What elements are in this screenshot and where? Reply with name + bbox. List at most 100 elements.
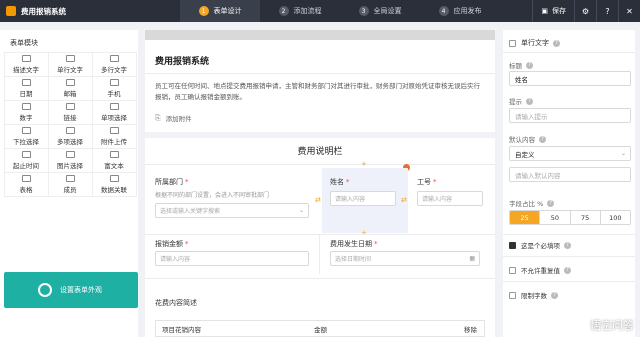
- amount-placeholder: 请输入内容: [160, 256, 191, 263]
- module-label: 数字: [19, 113, 33, 122]
- section-title[interactable]: 费用说明栏: [145, 144, 495, 157]
- width-option-25[interactable]: 25: [510, 211, 540, 224]
- date-input[interactable]: 选择日期时间 ▦: [330, 251, 480, 266]
- module-label: 图片选择: [57, 161, 83, 170]
- name-input[interactable]: 请输入内容: [330, 191, 396, 206]
- calendar-icon: ▦: [469, 255, 475, 262]
- label-text: 所属部门: [155, 178, 183, 186]
- step-add-flow[interactable]: 2 添加流程: [260, 0, 340, 22]
- default-input[interactable]: 请输入默认内容: [509, 167, 631, 182]
- job-no-input[interactable]: 请输入内容: [417, 191, 483, 206]
- required-checkbox[interactable]: 这是个必填项 ?: [509, 240, 571, 250]
- step-number: 3: [358, 6, 369, 16]
- required-mark: *: [374, 240, 378, 248]
- module-item[interactable]: 单项选择: [91, 99, 137, 125]
- field-type-label: 单行文字: [521, 39, 549, 47]
- module-grid: 描述文字 单行文字 多行文字 日期 邮箱 手机 数字 链接 单项选择 下拉选择 …: [3, 51, 137, 197]
- module-item[interactable]: 富文本: [91, 147, 137, 173]
- hint-input[interactable]: 请输入提示: [509, 108, 631, 123]
- width-selector: 25 50 75 100: [509, 210, 631, 225]
- module-label: 起止时间: [13, 161, 39, 170]
- close-icon[interactable]: ✕: [618, 0, 640, 22]
- dept-select[interactable]: 选择或输入关键字搜索 ⌄: [155, 203, 309, 218]
- module-icon: [21, 150, 31, 158]
- amount-input[interactable]: 请输入内容: [155, 251, 309, 266]
- module-item[interactable]: 下拉选择: [3, 123, 49, 149]
- module-item[interactable]: 起止时间: [3, 147, 49, 173]
- field-type-icon: [509, 39, 516, 47]
- save-button[interactable]: ▣ 保存: [532, 0, 574, 22]
- step-global-settings[interactable]: 3 全局设置: [340, 0, 420, 22]
- attachment-icon: ⎘: [155, 113, 161, 122]
- module-item[interactable]: 邮箱: [47, 75, 93, 101]
- settings-icon[interactable]: ⚙: [574, 0, 596, 22]
- help-icon[interactable]: ?: [526, 61, 533, 69]
- width-option-100[interactable]: 100: [599, 211, 630, 224]
- swap-arrows-icon[interactable]: ⇄: [315, 196, 321, 204]
- module-item[interactable]: 多项选择: [47, 123, 93, 149]
- form-appearance-button[interactable]: 设置表单外观: [4, 272, 138, 308]
- module-item[interactable]: 手机: [91, 75, 137, 101]
- table-title[interactable]: 花费内容简述: [155, 298, 197, 308]
- width-option-75[interactable]: 75: [569, 211, 600, 224]
- module-item[interactable]: 表格: [3, 171, 49, 197]
- module-icon: [21, 102, 31, 110]
- module-item[interactable]: 描述文字: [3, 51, 49, 77]
- field-label-name: 姓名 *: [330, 177, 350, 187]
- module-item[interactable]: 日期: [3, 75, 49, 101]
- title-input[interactable]: 姓名: [509, 71, 631, 86]
- help-icon[interactable]: ?: [539, 135, 546, 143]
- limit-chars-checkbox[interactable]: 限制字数 ?: [509, 290, 558, 300]
- module-item[interactable]: 多行文字: [91, 51, 137, 77]
- save-icon: ▣: [541, 7, 548, 15]
- module-label: 链接: [63, 113, 77, 122]
- default-select[interactable]: 自定义 ⌄: [509, 146, 631, 161]
- module-icon: [109, 150, 119, 158]
- module-item[interactable]: 图片选择: [47, 147, 93, 173]
- module-panel-header: 表单模块: [10, 39, 38, 47]
- divider: [503, 234, 635, 235]
- table-col-item: 项目花销内容: [162, 325, 201, 334]
- swap-arrows-icon[interactable]: ⇄: [401, 196, 407, 204]
- module-item[interactable]: 数据关联: [91, 171, 137, 197]
- help-icon[interactable]: ?: [564, 266, 571, 274]
- label-text: 默认内容: [509, 136, 535, 144]
- required-mark: *: [185, 240, 189, 248]
- module-label: 手机: [107, 89, 121, 98]
- module-panel: 表单模块 描述文字 单行文字 多行文字 日期 邮箱 手机 数字 链接 单项选择 …: [0, 30, 138, 337]
- help-icon[interactable]: ?: [526, 97, 533, 105]
- module-item[interactable]: 成员: [47, 171, 93, 197]
- add-attachment-button[interactable]: ⎘ 添加附件: [155, 113, 192, 124]
- form-title[interactable]: 费用报销系统: [155, 54, 209, 67]
- chevron-down-icon: ⌄: [620, 150, 626, 157]
- module-icon: [109, 174, 119, 182]
- module-label: 数据关联: [101, 185, 127, 194]
- module-label: 表格: [19, 185, 33, 194]
- hint-label: 提示?: [509, 96, 533, 106]
- module-item[interactable]: 附件上传: [91, 123, 137, 149]
- help-icon[interactable]: ?: [547, 199, 555, 207]
- label-text: 字段占比 %: [509, 200, 544, 208]
- divider: [145, 234, 495, 235]
- form-header-card[interactable]: 费用报销系统 员工可在任何时间、地点提交费用报销申请，主管和财务部门对其进行审批…: [145, 30, 495, 132]
- label-text: 标题: [509, 62, 522, 70]
- step-form-design[interactable]: 1 表单设计: [180, 0, 260, 22]
- help-icon[interactable]: ?: [596, 0, 618, 22]
- form-appearance-label: 设置表单外观: [60, 286, 102, 294]
- help-icon[interactable]: ?: [553, 39, 560, 47]
- divider: [145, 164, 495, 165]
- module-item[interactable]: 数字: [3, 99, 49, 125]
- add-field-plus-icon[interactable]: +: [361, 160, 367, 168]
- help-icon[interactable]: ?: [551, 291, 558, 299]
- job-no-placeholder: 请输入内容: [422, 196, 453, 203]
- no-repeat-checkbox[interactable]: 不允许重复值 ?: [509, 265, 571, 275]
- help-icon[interactable]: ?: [564, 241, 571, 249]
- no-repeat-label: 不允许重复值: [521, 267, 560, 275]
- module-item[interactable]: 链接: [47, 99, 93, 125]
- width-option-50[interactable]: 50: [539, 211, 569, 224]
- add-field-plus-icon[interactable]: +: [361, 229, 367, 237]
- divider: [503, 52, 635, 53]
- form-description[interactable]: 员工可在任何时间、地点提交费用报销申请，主管和财务部门对其进行审批，财务部门对原…: [155, 81, 485, 103]
- step-publish[interactable]: 4 应用发布: [420, 0, 500, 22]
- module-item[interactable]: 单行文字: [47, 51, 93, 77]
